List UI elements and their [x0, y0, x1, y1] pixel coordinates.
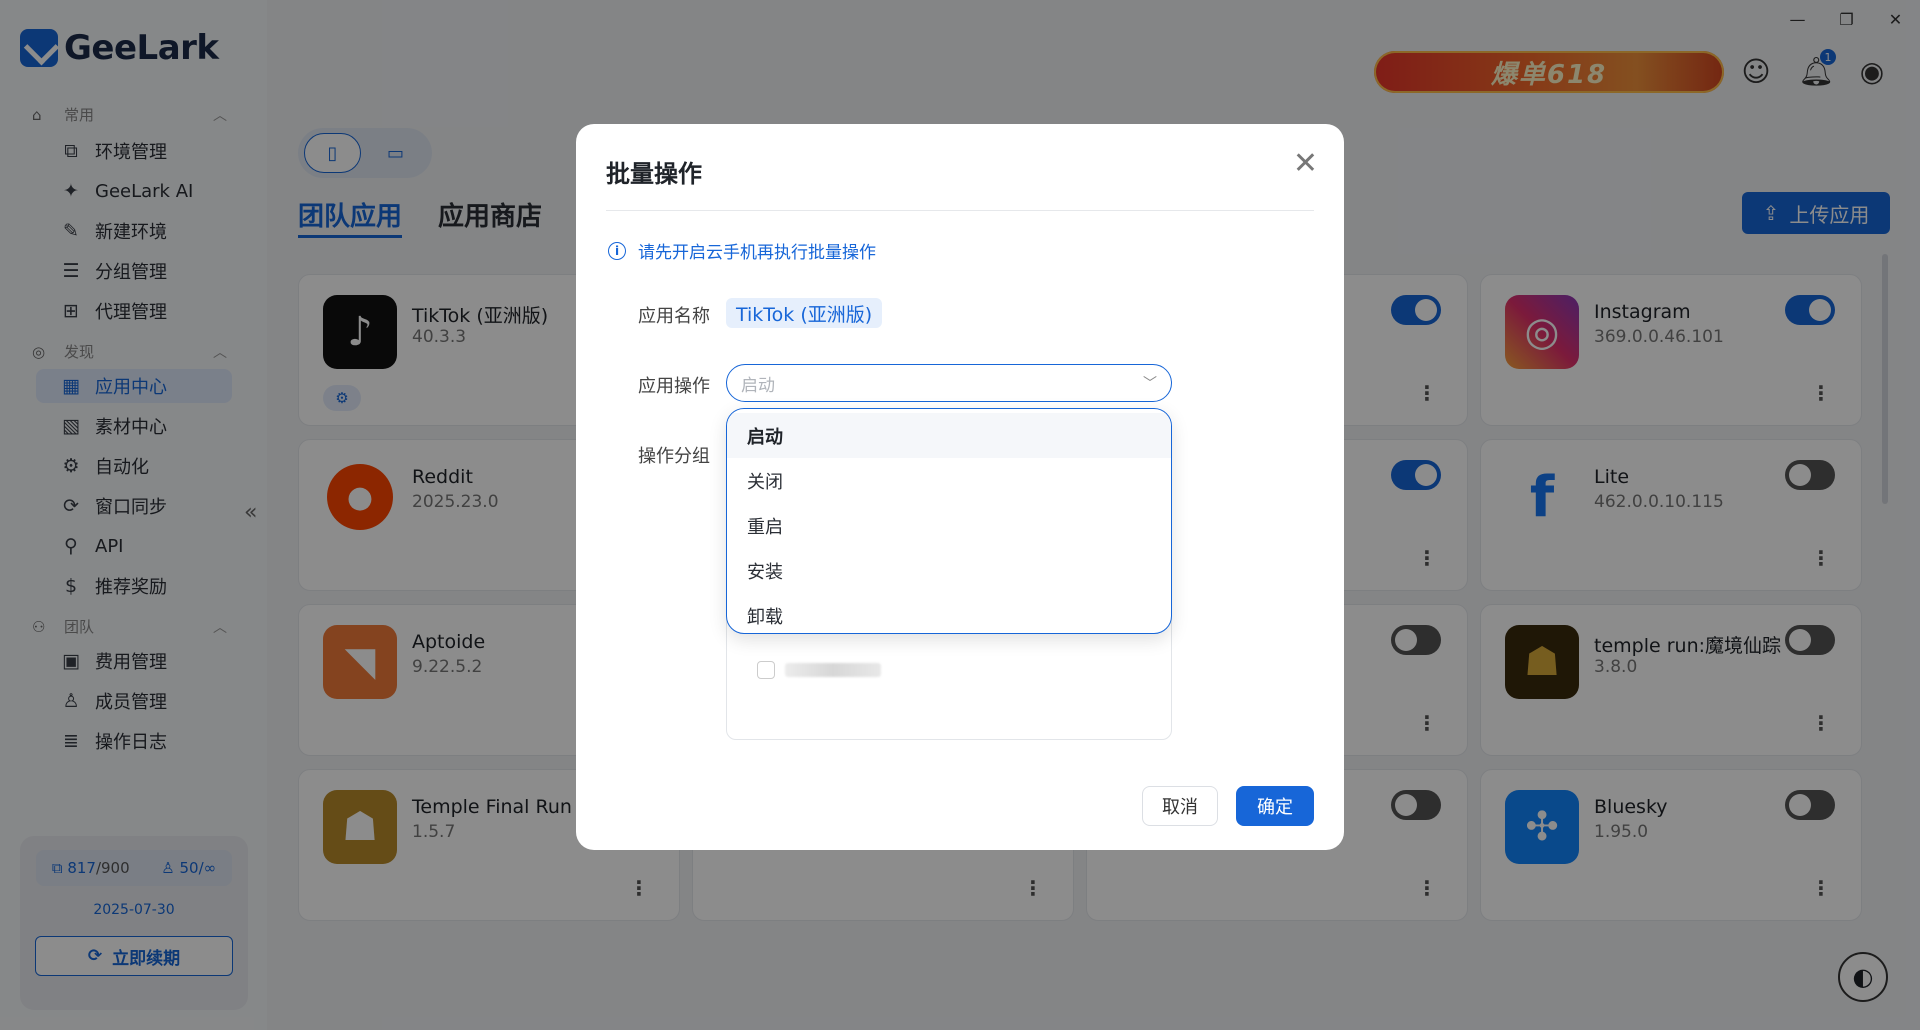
checkbox[interactable]: [757, 661, 775, 679]
blurred-group-name: [785, 663, 881, 677]
notice-message: i 请先开启云手机再执行批量操作: [608, 238, 876, 263]
operation-label: 应用操作: [638, 376, 710, 397]
notice-text: 请先开启云手机再执行批量操作: [638, 243, 876, 263]
operation-select[interactable]: 启动 ﹀: [726, 364, 1172, 402]
operation-placeholder: 启动: [741, 375, 775, 396]
dialog-title: 批量操作: [606, 160, 702, 188]
dropdown-option-start[interactable]: 启动: [727, 413, 1171, 458]
cancel-button[interactable]: 取消: [1142, 786, 1218, 826]
operation-dropdown: 启动 关闭 重启 安装 卸载: [726, 408, 1172, 634]
group-item[interactable]: [757, 661, 881, 679]
app-name-value: TikTok (亚洲版): [726, 298, 883, 328]
dropdown-option-install[interactable]: 安装: [727, 548, 1171, 593]
info-icon: i: [608, 241, 626, 260]
dropdown-option-restart[interactable]: 重启: [727, 503, 1171, 548]
chevron-down-icon: ﹀: [1143, 376, 1157, 392]
divider: [606, 210, 1314, 211]
dropdown-option-close[interactable]: 关闭: [727, 458, 1171, 503]
group-label: 操作分组: [638, 446, 710, 467]
app-name-label: 应用名称: [638, 306, 710, 327]
batch-operation-dialog: 批量操作 ✕ i 请先开启云手机再执行批量操作 应用名称 TikTok (亚洲版…: [576, 124, 1344, 850]
dropdown-option-uninstall[interactable]: 卸载: [727, 593, 1171, 633]
close-icon[interactable]: ✕: [1293, 146, 1318, 181]
confirm-button[interactable]: 确定: [1236, 786, 1314, 826]
